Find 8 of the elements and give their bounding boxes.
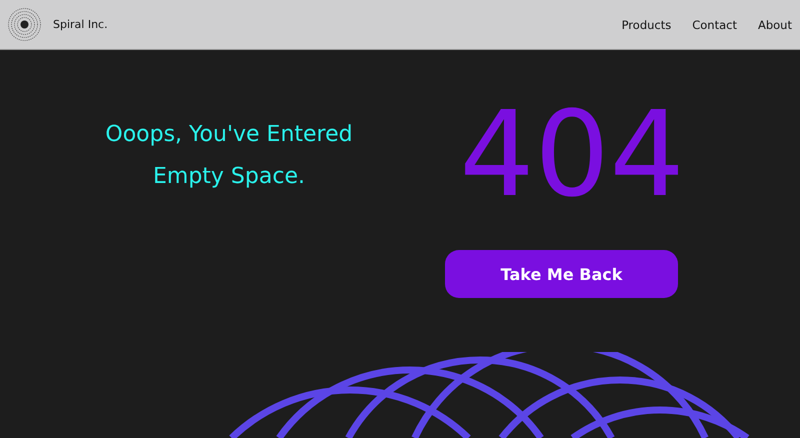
error-code: 404	[458, 94, 686, 214]
take-me-back-button[interactable]: Take Me Back	[445, 250, 678, 298]
error-message: Ooops, You've Entered Empty Space.	[104, 121, 354, 191]
nav-link[interactable]: Contact	[692, 18, 737, 32]
nav-link[interactable]: Products	[622, 18, 672, 32]
spiral-logo-icon	[8, 8, 41, 41]
brand-name: Spiral Inc.	[53, 18, 108, 31]
nav-link[interactable]: About	[758, 18, 792, 32]
